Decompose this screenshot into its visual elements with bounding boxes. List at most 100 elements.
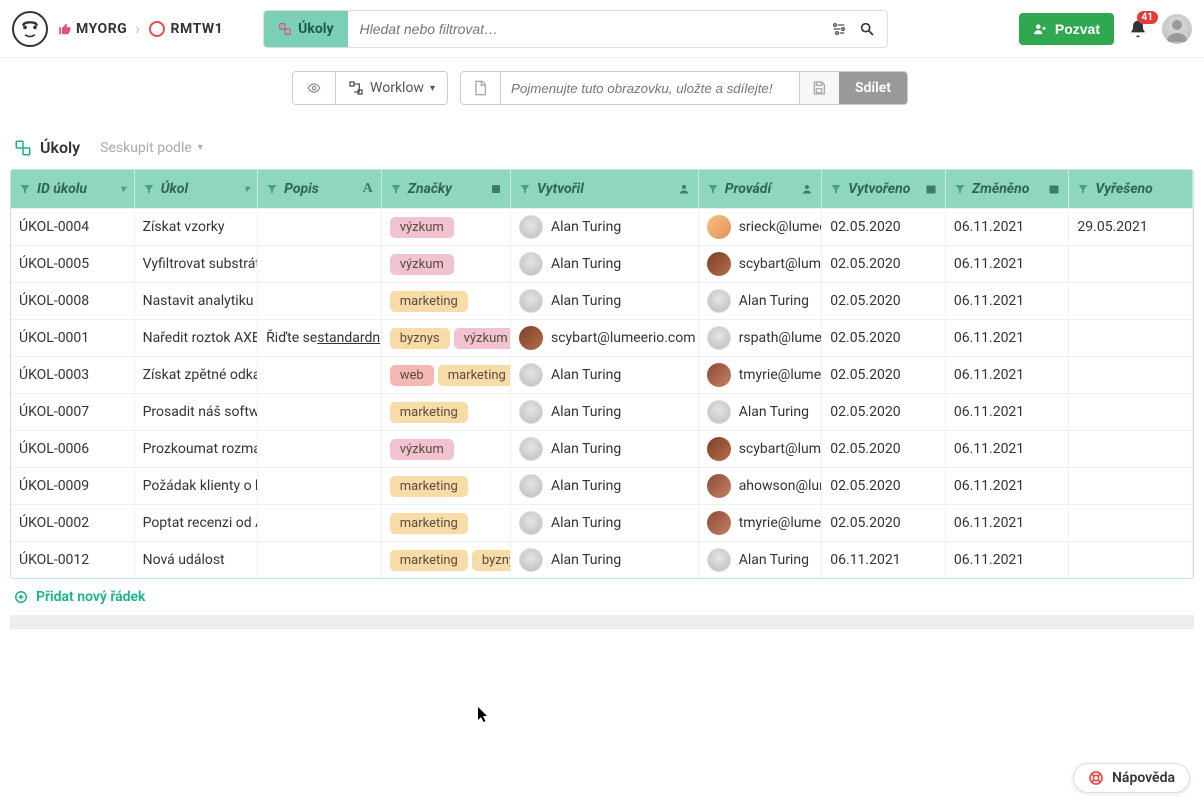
column-header[interactable]: Vytvořeno — [822, 170, 946, 208]
cell-desc — [258, 505, 382, 541]
cell-created: 02.05.2020 — [822, 394, 946, 430]
table-row[interactable]: ÚKOL-0004Získat vzorkyvýzkumAlan Turings… — [11, 208, 1193, 245]
cell-creator: Alan Turing — [511, 209, 699, 245]
cell-creator: Alan Turing — [511, 505, 699, 541]
cell-tags: výzkum — [382, 209, 511, 245]
group-by-dropdown[interactable]: Seskupit podle ▾ — [100, 140, 203, 156]
user-plus-icon — [1033, 22, 1047, 36]
search-icon[interactable] — [859, 21, 875, 37]
cell-id: ÚKOL-0002 — [11, 505, 135, 541]
cell-tags: marketing — [382, 468, 511, 504]
cell-tags: marketingbyznys — [382, 542, 511, 578]
chevron-right-icon: › — [135, 19, 140, 38]
table-row[interactable]: ÚKOL-0005Vyfiltrovat substrátvýzkumAlan … — [11, 245, 1193, 282]
cell-created: 02.05.2020 — [822, 246, 946, 282]
project-label: RMTW1 — [171, 21, 224, 37]
cell-task: Vyfiltrovat substrát — [135, 246, 259, 282]
preview-button[interactable] — [293, 72, 336, 104]
cell-changed: 06.11.2021 — [946, 246, 1070, 282]
project-ring-icon — [149, 21, 165, 37]
cell-task: Získat zpětné odkaz — [135, 357, 259, 393]
column-header[interactable]: Vytvořil — [511, 170, 699, 208]
share-button[interactable]: Sdílet — [839, 72, 907, 104]
view-name-input[interactable] — [501, 72, 799, 104]
cell-tags: byznysvýzkum — [382, 320, 511, 356]
cell-creator: Alan Turing — [511, 431, 699, 467]
invite-button[interactable]: Pozvat — [1019, 13, 1114, 45]
search-pill[interactable]: Úkoly — [264, 11, 347, 47]
table-row[interactable]: ÚKOL-0006Prozkoumat rozmacvýzkumAlan Tur… — [11, 430, 1193, 467]
cell-changed: 06.11.2021 — [946, 320, 1070, 356]
cell-resolved — [1069, 357, 1193, 393]
cell-id: ÚKOL-0003 — [11, 357, 135, 393]
table-row[interactable]: ÚKOL-0001Naředit roztok AXEŘiďte se stan… — [11, 319, 1193, 356]
cell-desc — [258, 283, 382, 319]
notification-badge: 41 — [1137, 11, 1158, 24]
cell-assignee: tmyrie@lumeerio.com — [699, 505, 823, 541]
cell-changed: 06.11.2021 — [946, 505, 1070, 541]
breadcrumb: MYORG › RMTW1 — [58, 19, 223, 38]
cell-id: ÚKOL-0008 — [11, 283, 135, 319]
table-row[interactable]: ÚKOL-0003Získat zpětné odkaz webmarketing… — [11, 356, 1193, 393]
cell-tags: webmarketing — [382, 357, 511, 393]
table-row[interactable]: ÚKOL-0012Nová událostmarketingbyznysAlan… — [11, 541, 1193, 578]
cards-icon — [278, 22, 292, 36]
column-header[interactable]: Vyřešeno — [1069, 170, 1193, 208]
cell-created: 02.05.2020 — [822, 320, 946, 356]
cell-changed: 06.11.2021 — [946, 394, 1070, 430]
cell-task: Prozkoumat rozmac — [135, 431, 259, 467]
table-row[interactable]: ÚKOL-0009Požádak klienty o hmarketingAla… — [11, 467, 1193, 504]
table-row[interactable]: ÚKOL-0002Poptat recenzi od AmarketingAla… — [11, 504, 1193, 541]
settings-toggle-icon[interactable] — [831, 21, 847, 37]
cell-changed: 06.11.2021 — [946, 283, 1070, 319]
cell-task: Poptat recenzi od A — [135, 505, 259, 541]
cards-icon — [14, 139, 32, 157]
notifications-button[interactable]: 41 — [1128, 19, 1148, 39]
cell-resolved — [1069, 468, 1193, 504]
cell-task: Požádak klienty o h — [135, 468, 259, 504]
column-header[interactable]: Značky — [382, 170, 511, 208]
cell-task: Nová událost — [135, 542, 259, 578]
cell-creator: Alan Turing — [511, 357, 699, 393]
cell-resolved — [1069, 542, 1193, 578]
cell-task: Získat vzorky — [135, 209, 259, 245]
app-logo[interactable] — [12, 11, 48, 47]
workflow-dropdown[interactable]: Worklow ▾ — [336, 72, 447, 104]
cell-desc — [258, 357, 382, 393]
table-row[interactable]: ÚKOL-0008Nastavit analytiku amarketingAl… — [11, 282, 1193, 319]
cell-changed: 06.11.2021 — [946, 209, 1070, 245]
breadcrumb-org[interactable]: MYORG — [58, 21, 127, 37]
search-pill-label: Úkoly — [298, 21, 333, 37]
cell-assignee: Alan Turing — [699, 542, 823, 578]
column-header[interactable]: Provádí — [699, 170, 823, 208]
cell-assignee: srieck@lumeerio.com — [699, 209, 823, 245]
cell-desc — [258, 246, 382, 282]
cell-creator: Alan Turing — [511, 246, 699, 282]
help-button[interactable]: Nápověda — [1073, 763, 1190, 793]
cell-desc — [258, 394, 382, 430]
cell-desc: Řiďte se standardn — [258, 320, 382, 356]
table-row[interactable]: ÚKOL-0007Prosadit náš softwamarketingAla… — [11, 393, 1193, 430]
cell-task: Prosadit náš softwa — [135, 394, 259, 430]
document-icon[interactable] — [461, 72, 501, 104]
column-header[interactable]: ID úkolu▾ — [11, 170, 135, 208]
plus-circle-icon — [14, 590, 28, 604]
column-header[interactable]: Úkol▾ — [135, 170, 259, 208]
save-button[interactable] — [799, 72, 839, 104]
user-avatar[interactable] — [1162, 14, 1192, 44]
cell-creator: Alan Turing — [511, 468, 699, 504]
search-input[interactable] — [348, 11, 820, 47]
cell-task: Nastavit analytiku a — [135, 283, 259, 319]
breadcrumb-project[interactable]: RMTW1 — [149, 21, 224, 37]
cell-assignee: rspath@lumeerio.com — [699, 320, 823, 356]
mouse-cursor — [478, 707, 490, 723]
cell-created: 02.05.2020 — [822, 468, 946, 504]
table-footer-strip — [10, 615, 1194, 629]
add-row-button[interactable]: Přidat nový řádek — [0, 579, 1204, 615]
cell-task: Naředit roztok AXE — [135, 320, 259, 356]
column-header[interactable]: PopisA — [258, 170, 382, 208]
cell-created: 02.05.2020 — [822, 431, 946, 467]
column-header[interactable]: Změněno — [946, 170, 1070, 208]
cell-created: 02.05.2020 — [822, 357, 946, 393]
workflow-label: Worklow — [370, 80, 424, 96]
